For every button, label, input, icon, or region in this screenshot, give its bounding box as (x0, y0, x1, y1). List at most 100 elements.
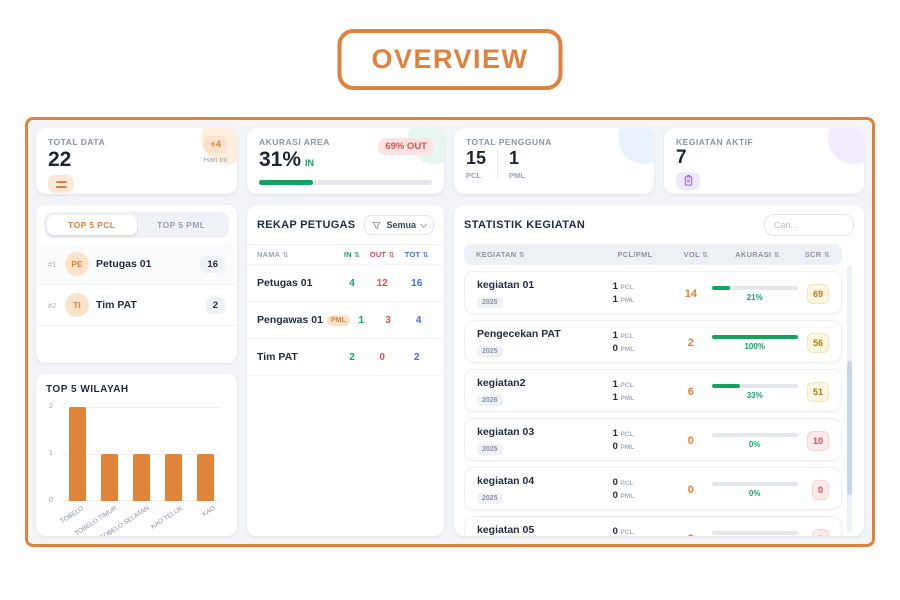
sort-icon: ⇅ (389, 252, 395, 259)
list-item[interactable]: #1 PE Petugas 01 16 (36, 244, 237, 285)
table-row[interactable]: kegiatan 032025 1 PCL0 PML 0 0% 10 (464, 418, 842, 461)
year-badge: 2025 (477, 493, 503, 504)
activity-name: kegiatan2 (477, 377, 613, 389)
score-badge: 0 (812, 480, 829, 500)
volume-value: 6 (670, 386, 712, 398)
sort-icon: ⇅ (702, 252, 708, 259)
table-row[interactable]: kegiatan 042025 0 PCL0 PML 0 0% 0 (464, 467, 842, 510)
akurasi-progress-bar (712, 286, 798, 290)
avatar: PE (65, 252, 89, 276)
column-header-scr[interactable]: SCR ⇅ (798, 250, 830, 259)
pml-badge: PML (327, 315, 350, 326)
column-header-in[interactable]: IN ⇅ (339, 250, 365, 259)
out-count: 3 (373, 315, 404, 326)
sort-icon: ⇅ (423, 252, 429, 259)
volume-value: 14 (670, 288, 712, 300)
y-axis-tick: 0 (49, 497, 53, 504)
table-row[interactable]: kegiatan 05 0 PCL PML 0 0% 0 (464, 516, 842, 536)
x-axis-labels: TOBELO TOBELO TIMUR TOBELO SELATAN KAO T… (62, 501, 227, 531)
in-count: 4 (339, 278, 365, 289)
column-header-out[interactable]: OUT ⇅ (365, 250, 400, 259)
dashboard-panel: TOTAL DATA 22 +4 Hari ini TOP 5 PCL TOP … (25, 117, 875, 547)
sort-icon: ⇅ (519, 252, 525, 259)
chevron-down-icon (420, 220, 427, 227)
rekap-petugas-panel: REKAP PETUGAS Semua NAMA ⇅ IN ⇅ OUT ⇅ TO… (247, 205, 444, 536)
volume-value: 0 (670, 484, 712, 496)
bar-chart-plot: 2 1 0 (62, 407, 221, 501)
akurasi-progress-bar (712, 482, 798, 486)
bar-series (62, 407, 221, 501)
x-axis-label: KAO (202, 505, 217, 518)
table-row: Tim PAT 2 0 2 (247, 339, 444, 376)
table-row[interactable]: Pengecekan PAT2025 1 PCL0 PML 2 100% 56 (464, 320, 842, 363)
table-row[interactable]: kegiatan22026 1 PCL1 PML 6 33% 51 (464, 369, 842, 412)
total-data-value: 22 (48, 147, 225, 172)
scrollbar-thumb[interactable] (847, 361, 852, 495)
volume-value: 0 (670, 435, 712, 447)
volume-value: 2 (670, 337, 712, 349)
table-row[interactable]: kegiatan 012025 1 PCL1 PML 14 21% 69 (464, 271, 842, 314)
score-badge: 10 (807, 431, 829, 451)
rank-label: #1 (48, 260, 58, 269)
chart-title: TOP 5 WILAYAH (46, 384, 227, 395)
akurasi-label: 0% (712, 440, 798, 449)
in-count: 2 (339, 352, 365, 363)
column-header-tot[interactable]: TOT ⇅ (399, 250, 434, 259)
akurasi-progress-bar (712, 531, 798, 535)
column-header-nama[interactable]: NAMA ⇅ (257, 250, 339, 259)
page-title: OVERVIEW (337, 29, 562, 90)
list-item[interactable]: #2 TI Tim PAT 2 (36, 285, 237, 326)
person-name: Tim PAT (96, 299, 199, 311)
count-badge: 2 (206, 297, 225, 314)
tot-count: 4 (403, 315, 434, 326)
score-badge: 69 (807, 284, 829, 304)
activity-name: Pengecekan PAT (477, 328, 613, 340)
table-row: Petugas 01 4 12 16 (247, 265, 444, 302)
table-row: Pengawas 01PML 1 3 4 (247, 302, 444, 339)
akurasi-label: 0% (712, 489, 798, 498)
search-input[interactable] (764, 214, 854, 236)
out-count: 0 (365, 352, 400, 363)
total-pengguna-card: TOTAL PENGGUNA 15 PCL 1 PML (454, 128, 654, 194)
akurasi-label: 33% (712, 391, 798, 400)
akurasi-area-card: AKURASI AREA 31%IN 69% OUT (247, 128, 444, 194)
y-axis-tick: 1 (49, 450, 53, 457)
year-badge: 2025 (477, 297, 503, 308)
year-badge: 2025 (477, 444, 503, 455)
pcl-label: PCL (466, 171, 486, 180)
bar (101, 454, 118, 501)
bar (165, 454, 182, 501)
akurasi-progress-bar (712, 335, 798, 339)
akurasi-progress-bar (712, 384, 798, 388)
top5-wilayah-chart-card: TOP 5 WILAYAH 2 1 0 TOBELO TOBELO TIMUR (36, 374, 237, 536)
score-badge: 51 (807, 382, 829, 402)
x-axis-label: TOBELO (59, 505, 85, 525)
tab-top5-pml[interactable]: TOP 5 PML (137, 215, 227, 235)
count-badge: 16 (200, 256, 225, 273)
y-axis-tick: 2 (49, 403, 53, 410)
column-header-vol[interactable]: VOL ⇅ (674, 250, 717, 259)
filter-dropdown[interactable]: Semua (364, 215, 434, 235)
delta-badge: +4 (204, 136, 227, 153)
activity-name: kegiatan 03 (477, 426, 613, 438)
pml-count: 1 (509, 149, 525, 169)
officer-name: Petugas 01 (257, 277, 339, 289)
year-badge: 2026 (477, 395, 503, 406)
statistik-table-header: KEGIATAN ⇅ PCL/PML VOL ⇅ AKURASI ⇅ SCR ⇅ (464, 244, 842, 265)
column-header-pclpml: PCL/PML (615, 250, 674, 259)
akurasi-progress-bar (712, 433, 798, 437)
volume-value: 0 (670, 533, 712, 536)
year-badge: 2025 (477, 346, 503, 357)
officer-name: Tim PAT (257, 351, 339, 363)
card-label: TOTAL DATA (48, 137, 225, 147)
pml-label: PML (509, 171, 525, 180)
scrollbar-track[interactable] (847, 265, 852, 532)
column-header-akurasi[interactable]: AKURASI ⇅ (717, 250, 797, 259)
activity-name: kegiatan 04 (477, 475, 613, 487)
akurasi-label: 21% (712, 293, 798, 302)
top5-panel: TOP 5 PCL TOP 5 PML #1 PE Petugas 01 16 … (36, 205, 237, 363)
score-badge: 56 (807, 333, 829, 353)
tab-top5-pcl[interactable]: TOP 5 PCL (47, 215, 137, 235)
rekap-table-header: NAMA ⇅ IN ⇅ OUT ⇅ TOT ⇅ (247, 244, 444, 265)
column-header-kegiatan[interactable]: KEGIATAN ⇅ (476, 250, 615, 259)
